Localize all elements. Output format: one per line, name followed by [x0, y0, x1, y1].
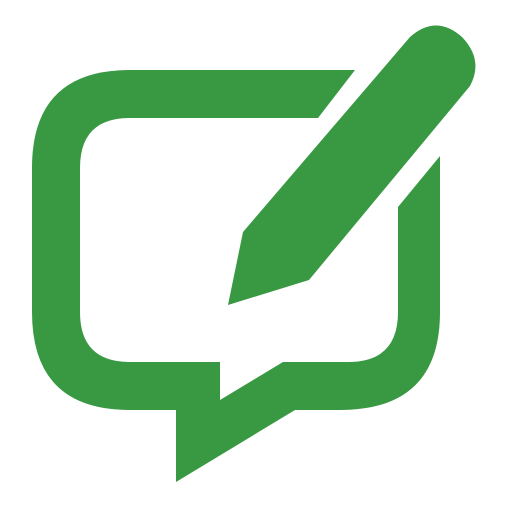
icon-canvas [0, 0, 512, 512]
compose-message-icon [32, 25, 476, 482]
